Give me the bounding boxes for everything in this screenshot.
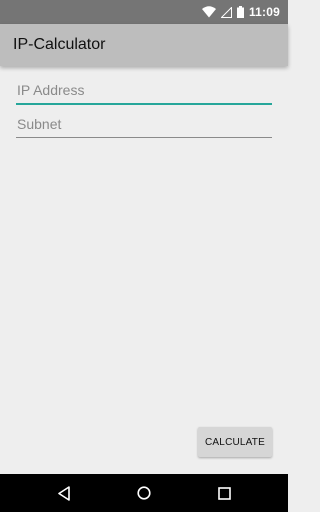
home-icon[interactable] (134, 483, 154, 503)
back-icon[interactable] (54, 483, 74, 503)
battery-icon (236, 6, 244, 18)
subnet-input[interactable] (16, 116, 272, 137)
ip-address-underline (16, 103, 272, 105)
navigation-bar (0, 474, 288, 512)
status-time: 11:09 (248, 5, 280, 19)
recents-icon[interactable] (214, 483, 234, 503)
ip-address-field[interactable] (16, 82, 272, 105)
app-title: IP-Calculator (13, 36, 106, 53)
ip-address-input[interactable] (16, 82, 272, 103)
signal-icon (220, 6, 232, 18)
subnet-field[interactable] (16, 116, 272, 138)
subnet-underline (16, 137, 272, 138)
app-bar: IP-Calculator (0, 24, 288, 66)
wifi-icon (201, 6, 216, 18)
calculate-button[interactable]: CALCULATE (198, 427, 272, 457)
status-bar: 11:09 (0, 0, 288, 24)
